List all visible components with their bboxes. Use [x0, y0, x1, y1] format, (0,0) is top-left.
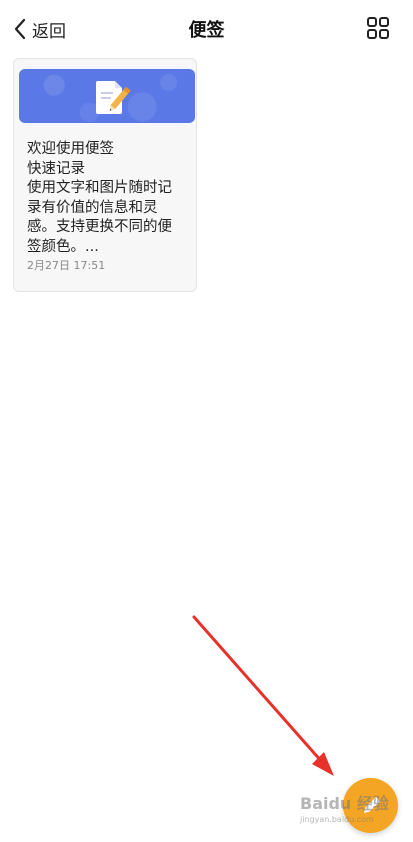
new-note-button[interactable] — [343, 778, 398, 833]
grid-icon — [367, 17, 389, 39]
header: 返回 便签 — [0, 0, 413, 58]
note-line: 签颜色。... — [27, 238, 99, 255]
note-document-icon — [96, 81, 131, 114]
grid-view-button[interactable] — [366, 16, 390, 40]
note-line: 使用文字和图片随时记 — [27, 180, 172, 196]
note-card[interactable]: 欢迎使用便签 快速记录 使用文字和图片随时记 录有价值的信息和灵 感。支持更换不… — [13, 58, 197, 292]
page-title: 便签 — [188, 20, 225, 41]
pencil-icon — [363, 796, 380, 813]
note-date: 2月27日 17:51 — [27, 259, 106, 272]
note-line: 欢迎使用便签 — [27, 141, 114, 157]
note-preview-text: 欢迎使用便签 快速记录 使用文字和图片随时记 录有价值的信息和灵 感。支持更换不… — [27, 140, 193, 257]
note-line: 录有价值的信息和灵 — [27, 199, 158, 216]
note-banner — [19, 69, 195, 123]
note-line: 感。支持更换不同的便 — [27, 219, 172, 235]
note-line: 快速记录 — [27, 160, 85, 177]
